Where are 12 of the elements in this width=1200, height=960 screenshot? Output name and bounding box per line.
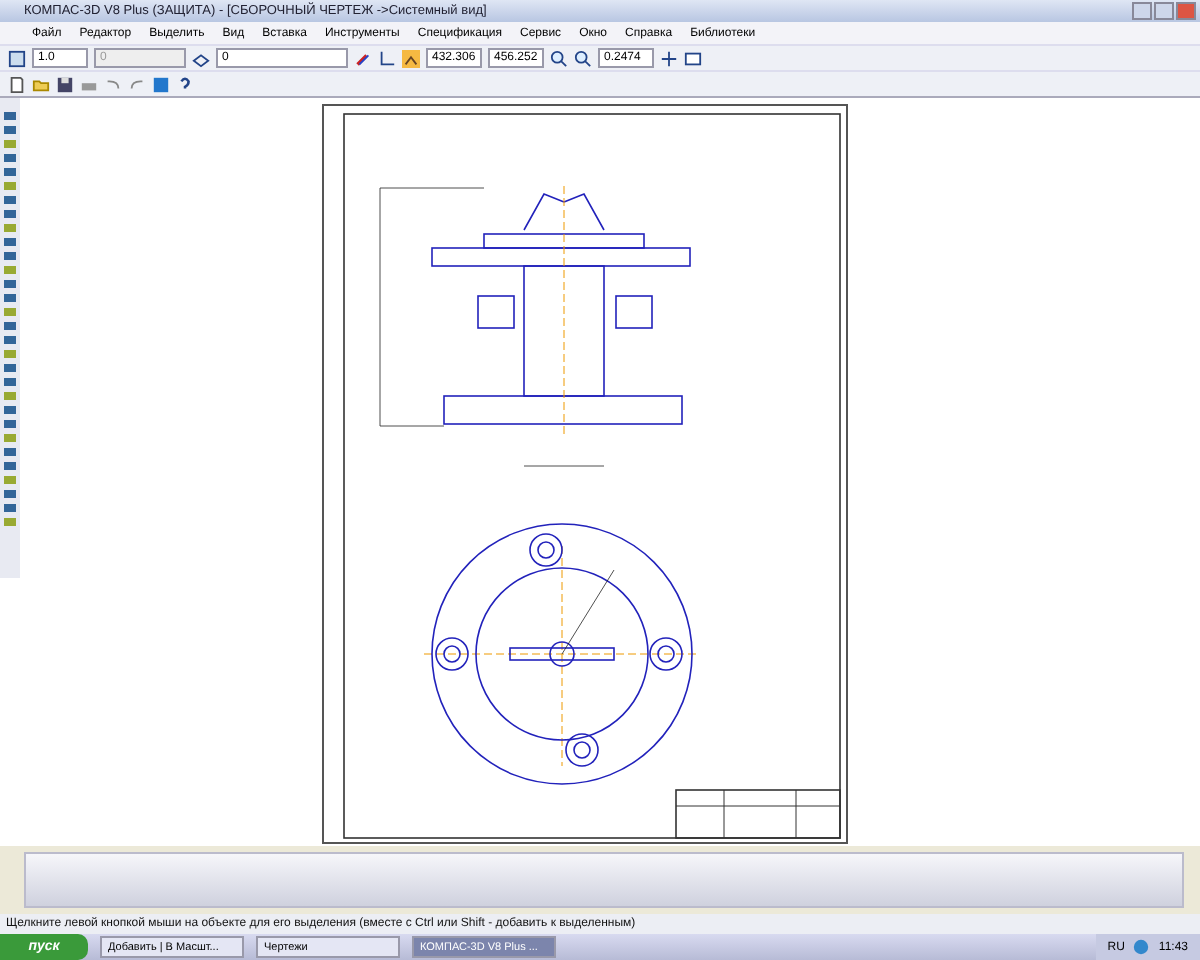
layer-icon[interactable]	[192, 49, 210, 67]
tool-palette[interactable]	[0, 98, 20, 578]
redo-icon[interactable]	[128, 75, 146, 93]
new-document-icon[interactable]	[8, 75, 26, 93]
help-icon[interactable]	[176, 75, 194, 93]
save-icon[interactable]	[56, 75, 74, 93]
axes-icon[interactable]	[378, 49, 396, 67]
zoom-out-icon[interactable]	[574, 49, 592, 67]
pan-icon[interactable]	[660, 49, 678, 67]
undo-icon[interactable]	[104, 75, 122, 93]
zoom-in-icon[interactable]	[550, 49, 568, 67]
window-icon[interactable]	[684, 49, 702, 67]
